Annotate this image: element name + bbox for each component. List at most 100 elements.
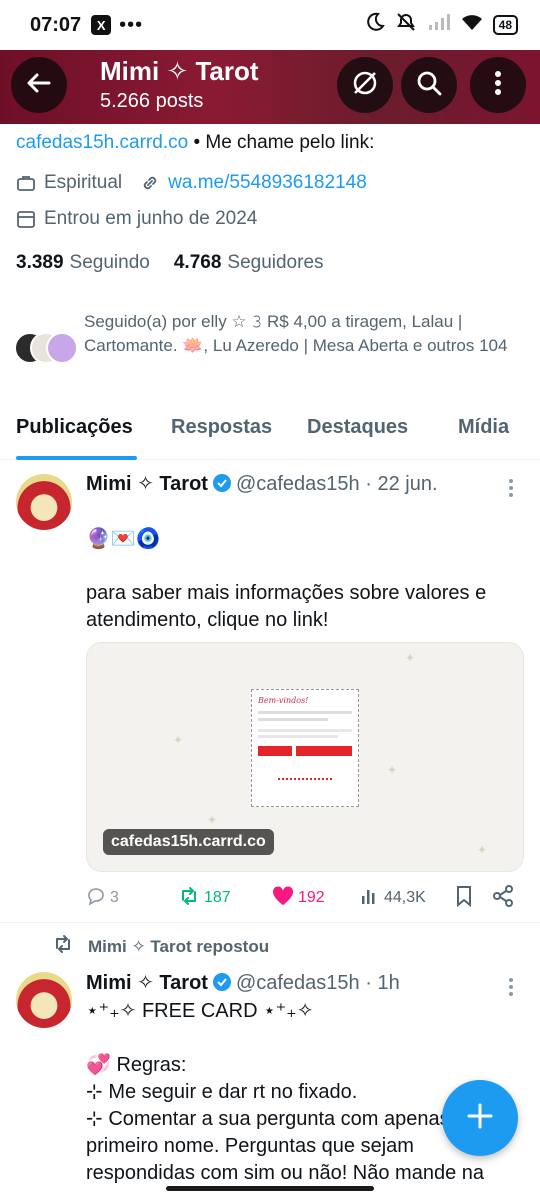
bookmark-icon	[455, 885, 473, 912]
tab-destaques[interactable]: Destaques	[307, 416, 408, 439]
sparkle-icon: ✦	[405, 651, 416, 665]
tweet-line: 💞 Regras:	[86, 1054, 187, 1076]
card-preview-image: Bem-vindos!	[251, 689, 359, 807]
profile-info: cafedas15h.carrd.co • Me chame pelo link…	[16, 130, 526, 274]
search-icon	[415, 69, 443, 102]
like-button[interactable]: 192	[272, 885, 325, 911]
tweet-text: para saber mais informações sobre valore…	[86, 582, 487, 631]
tab-midia[interactable]: Mídia	[458, 416, 509, 439]
compose-button[interactable]	[442, 1080, 518, 1156]
tweet-time: · 22 jun.	[365, 473, 438, 495]
followers-stat[interactable]: 4.768 Seguidores	[174, 252, 324, 274]
mute-icon	[395, 12, 417, 38]
header-post-count: 5.266 posts	[100, 90, 204, 112]
calendar-icon	[16, 209, 36, 229]
plus-icon	[465, 1101, 495, 1136]
tweet-handle[interactable]: @cafedas15h	[236, 473, 360, 495]
following-label: Seguindo	[69, 252, 150, 273]
grok-button[interactable]	[337, 57, 393, 113]
battery-icon: 48	[492, 15, 518, 35]
active-tab-indicator	[16, 456, 137, 460]
joined-row: Entrou em junho de 2024	[16, 208, 526, 230]
back-arrow-icon	[25, 69, 53, 102]
search-button[interactable]	[401, 57, 457, 113]
following-stat[interactable]: 3.389 Seguindo	[16, 252, 150, 274]
card-preview-buttons	[258, 746, 352, 756]
card-url: cafedas15h.carrd.co	[103, 829, 274, 855]
tweet-menu-icon[interactable]	[508, 977, 514, 997]
views-button[interactable]: 44,3K	[360, 886, 426, 911]
repost-label[interactable]: Mimi ✧ Tarot repostou	[88, 937, 269, 957]
tweet-menu-icon[interactable]	[508, 478, 514, 498]
tweet-time: · 1h	[365, 972, 400, 994]
card-preview-line	[258, 711, 352, 714]
website-link[interactable]: wa.me/5548936182148	[168, 172, 367, 194]
link-card[interactable]: ✦ ✦ ✦ ✦ ✦ Bem-vindos! cafedas15h.carrd.c…	[86, 642, 524, 872]
follower-avatar	[46, 332, 78, 364]
profile-tabs: Publicações Respostas Destaques Mídia	[0, 404, 540, 460]
repost-count: 187	[204, 889, 231, 906]
sparkle-icon: ✦	[173, 733, 184, 747]
card-preview-line	[258, 718, 328, 721]
card-preview-title: Bem-vindos!	[258, 696, 309, 705]
follow-stats: 3.389 Seguindo 4.768 Seguidores	[16, 252, 526, 274]
followed-by-text: Seguido(a) por elly ☆ 𝟹 R$ 4,00 a tirage…	[84, 312, 508, 355]
reply-count: 3	[110, 889, 119, 906]
tweet-actions: 3 187 192 44,3K	[86, 884, 526, 912]
views-count: 44,3K	[384, 889, 426, 906]
status-bar: 07:07 X ••• 48	[0, 0, 540, 50]
more-options-button[interactable]	[470, 57, 526, 113]
bookmark-button[interactable]	[455, 885, 473, 912]
followers-count: 4.768	[173, 252, 222, 273]
card-preview-button	[258, 746, 292, 756]
moon-icon	[365, 12, 385, 38]
sparkle-icon: ✦	[387, 763, 398, 777]
verified-badge-icon	[212, 473, 232, 499]
tab-publicacoes[interactable]: Publicações	[16, 416, 133, 439]
repost-icon	[52, 934, 74, 959]
clock: 07:07	[30, 13, 82, 36]
tweet-avatar[interactable]	[16, 474, 72, 530]
share-button[interactable]	[492, 884, 514, 912]
back-button[interactable]	[11, 57, 67, 113]
like-count: 192	[298, 889, 325, 906]
reply-icon	[86, 886, 106, 911]
grok-icon	[350, 68, 380, 103]
following-count: 3.389	[16, 252, 64, 273]
tweet-header: Mimi ✧ Tarot @cafedas15h · 22 jun.	[86, 471, 438, 499]
sparkle-icon: ✦	[207, 813, 218, 827]
tweet-handle[interactable]: @cafedas15h	[236, 972, 360, 994]
bio-link[interactable]: cafedas15h.carrd.co	[16, 132, 188, 153]
tweet-emojis: 🔮💌🧿	[86, 528, 161, 550]
repost-button[interactable]: 187	[178, 886, 231, 911]
followers-label: Seguidores	[227, 252, 324, 273]
tweet-header: Mimi ✧ Tarot @cafedas15h · 1h	[86, 970, 400, 998]
tweet-avatar[interactable]	[16, 972, 72, 1028]
meta-row: Espiritual wa.me/5548936182148	[16, 172, 526, 194]
profile-category: Espiritual	[44, 172, 123, 193]
followed-by[interactable]: Seguido(a) por elly ☆ 𝟹 R$ 4,00 a tirage…	[14, 310, 526, 368]
follower-avatars	[14, 328, 80, 368]
x-app-icon: X	[91, 15, 112, 35]
card-preview-line	[258, 729, 352, 732]
bio-line: cafedas15h.carrd.co • Me chame pelo link…	[16, 132, 526, 154]
reply-button[interactable]: 3	[86, 886, 119, 911]
signal-icon	[427, 13, 451, 37]
share-icon	[492, 884, 514, 912]
tab-respostas[interactable]: Respostas	[171, 416, 272, 439]
header-titles: Mimi ✧ Tarot 5.266 posts	[100, 56, 259, 113]
repost-icon	[178, 886, 200, 911]
verified-badge-icon	[212, 972, 232, 998]
joined-date: Entrou em junho de 2024	[44, 208, 258, 229]
tweet-author-name[interactable]: Mimi ✧ Tarot	[86, 473, 208, 495]
tweet-author-name[interactable]: Mimi ✧ Tarot	[86, 972, 208, 994]
tweet-line: ⋆⁺₊✧ FREE CARD ⋆⁺₊✧	[86, 1000, 314, 1022]
header-name: Mimi ✧ Tarot	[100, 56, 259, 86]
wifi-icon	[461, 13, 483, 37]
bio-text: • Me chame pelo link:	[188, 132, 375, 153]
profile-header-bar: Mimi ✧ Tarot 5.266 posts	[0, 46, 540, 124]
more-notifications-icon: •••	[119, 13, 144, 36]
home-indicator[interactable]	[166, 1186, 374, 1191]
card-preview-icons	[278, 778, 332, 784]
heart-icon	[272, 885, 294, 911]
